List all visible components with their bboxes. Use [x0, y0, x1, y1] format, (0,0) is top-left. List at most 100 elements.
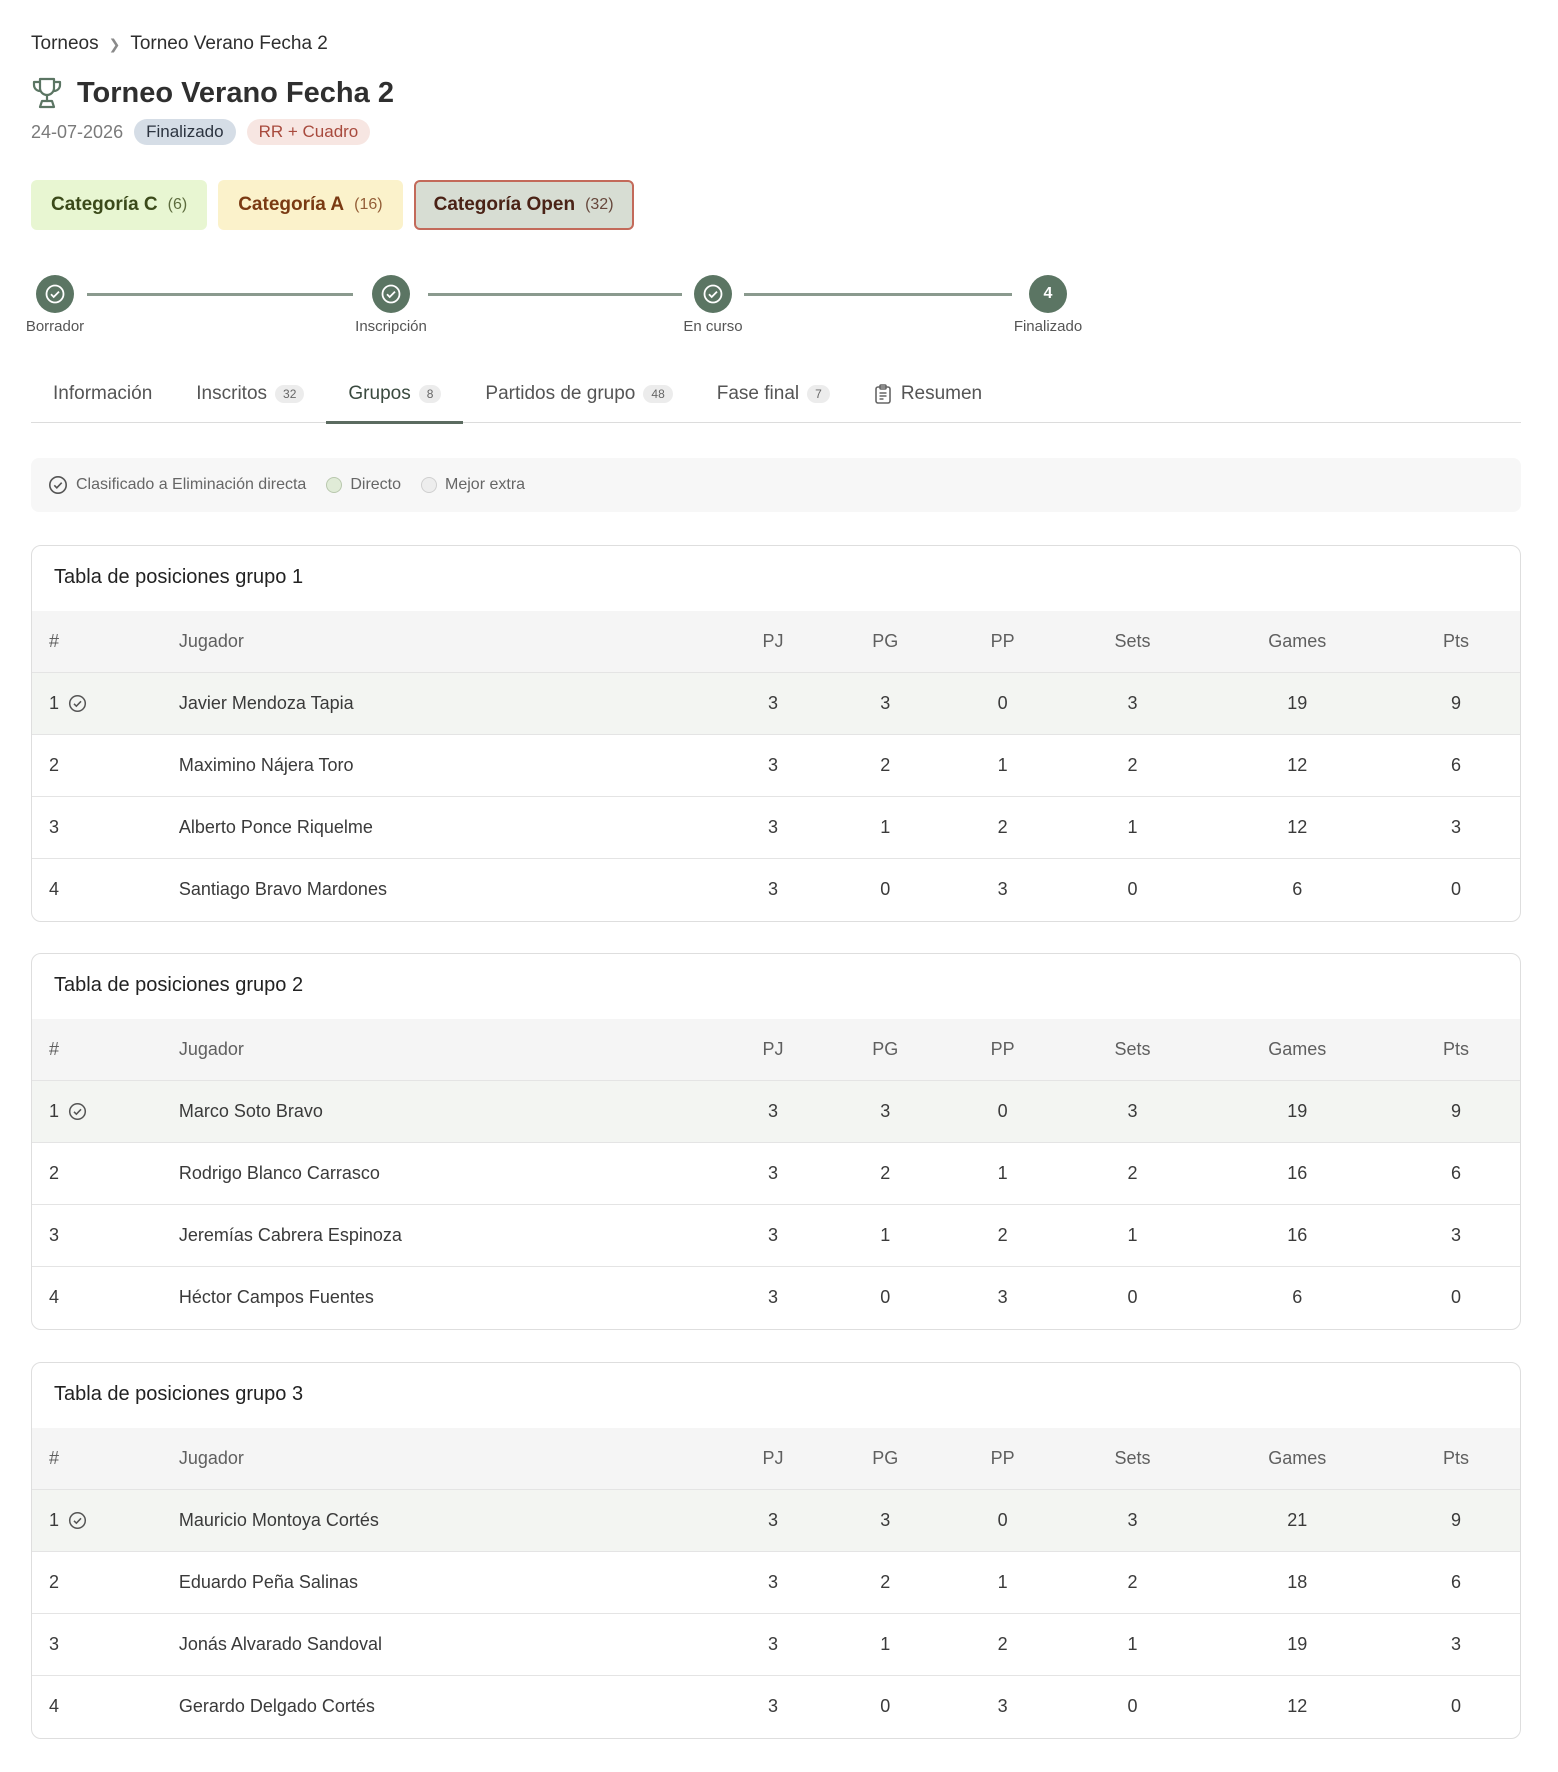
games-cell: 12	[1202, 733, 1393, 796]
tab-grupos[interactable]: Grupos 8	[326, 365, 464, 424]
position-value: 3	[49, 1633, 60, 1654]
col-pg-header: PG	[872, 1447, 899, 1468]
pts-cell: 9	[1392, 671, 1520, 734]
tab-resumen[interactable]: Resumen	[852, 365, 1004, 423]
position-value: 4	[49, 1695, 60, 1716]
group-standings-card: Tabla de posiciones grupo 1 # Jugador PJ PG P…	[31, 545, 1521, 922]
category-open-button[interactable]: Categoría Open (32)	[413, 180, 634, 230]
standings-table: # Jugador PJ PG PP Sets Games Pts 1 Mauricio Mont…	[32, 1428, 1520, 1737]
col-games-header: Games	[1268, 1038, 1327, 1059]
games-cell: 16	[1202, 1141, 1393, 1204]
pts-cell: 9	[1392, 1079, 1520, 1142]
category-c-button[interactable]: Categoría C (6)	[31, 180, 208, 230]
category-a-button[interactable]: Categoría A (16)	[218, 180, 403, 230]
position-cell: 3	[32, 795, 179, 858]
title-row: Torneo Verano Fecha 2	[31, 76, 394, 110]
trophy-icon	[32, 77, 62, 109]
col-pg-header: PG	[872, 630, 899, 651]
table-row[interactable]: 3 Jonás Alvarado Sandoval 3 1 2 1 19 3	[32, 1612, 1520, 1675]
sets-cell: 0	[1062, 1674, 1203, 1737]
tab-label: Grupos	[348, 383, 411, 404]
table-header-row: # Jugador PJ PG PP Sets Games Pts	[32, 1019, 1520, 1080]
position-cell: 1	[32, 671, 179, 734]
table-row[interactable]: 4 Santiago Bravo Mardones 3 0 3 0 6 0	[32, 857, 1520, 920]
status-stepper: Borrador Inscripción En curso 4 Finaliza…	[26, 275, 1231, 345]
table-row[interactable]: 2 Eduardo Peña Salinas 3 2 1 2 18 6	[32, 1550, 1520, 1613]
pts-cell: 0	[1392, 1674, 1520, 1737]
group-title: Tabla de posiciones grupo 2	[54, 974, 304, 996]
games-cell: 18	[1202, 1550, 1393, 1613]
games-cell: 12	[1202, 1674, 1393, 1737]
col-pp-header: PP	[990, 1038, 1015, 1059]
pp-cell: 2	[942, 795, 1063, 858]
col-pp-header: PP	[990, 1447, 1015, 1468]
step-finalizado-marker: 4	[1029, 275, 1067, 313]
pj-cell: 3	[718, 1141, 828, 1204]
position-cell: 2	[32, 1141, 179, 1204]
step-label: En curso	[683, 318, 743, 335]
pg-cell: 3	[827, 1488, 943, 1551]
col-pts-header: Pts	[1443, 630, 1470, 651]
pg-cell: 1	[827, 1612, 943, 1675]
category-count: (6)	[167, 196, 188, 213]
games-cell: 6	[1202, 857, 1393, 920]
table-row[interactable]: 2 Maximino Nájera Toro 3 2 1 2 12 6	[32, 733, 1520, 796]
tab-count: 48	[643, 385, 673, 403]
position-value: 3	[49, 1224, 60, 1245]
sets-cell: 1	[1062, 1203, 1203, 1266]
tab-partidos-de-grupo[interactable]: Partidos de grupo 48	[463, 365, 694, 423]
breadcrumb-torneos-link[interactable]: Torneos	[31, 33, 99, 55]
table-row[interactable]: 3 Jeremías Cabrera Espinoza 3 1 2 1 16 3	[32, 1203, 1520, 1266]
table-row[interactable]: 1 Mauricio Montoya Cortés 3 3 0 3 21 9	[32, 1488, 1520, 1551]
pp-cell: 2	[942, 1612, 1063, 1675]
player-name: Santiago Bravo Mardones	[178, 857, 719, 920]
step-borrador-marker	[36, 275, 74, 313]
tab-bar: Información Inscritos 32 Grupos 8 Partid…	[31, 365, 1521, 424]
pg-cell: 2	[827, 733, 943, 796]
pp-cell: 1	[942, 1550, 1063, 1613]
col-pj-header: PJ	[762, 1038, 784, 1059]
tab-informacion[interactable]: Información	[31, 365, 174, 423]
table-row[interactable]: 4 Héctor Campos Fuentes 3 0 3 0 6 0	[32, 1265, 1520, 1328]
sets-cell: 0	[1062, 1265, 1203, 1328]
check-circle-icon	[68, 1511, 87, 1529]
position-value: 4	[49, 1286, 60, 1307]
category-label: Categoría A	[238, 194, 345, 215]
position-value: 1	[49, 1100, 60, 1121]
pts-cell: 6	[1392, 1550, 1520, 1613]
table-row[interactable]: 1 Marco Soto Bravo 3 3 0 3 19 9	[32, 1079, 1520, 1142]
table-row[interactable]: 2 Rodrigo Blanco Carrasco 3 2 1 2 16 6	[32, 1141, 1520, 1204]
step-en-curso-marker	[694, 275, 732, 313]
group-standings-card: Tabla de posiciones grupo 2 # Jugador PJ PG P…	[31, 953, 1521, 1330]
games-cell: 19	[1202, 671, 1393, 734]
pj-cell: 3	[718, 1265, 828, 1328]
pj-cell: 3	[718, 1550, 828, 1613]
tournament-date: 24-07-2026	[31, 121, 124, 142]
player-name: Marco Soto Bravo	[178, 1079, 719, 1142]
col-pp-header: PP	[990, 630, 1015, 651]
col-pj-header: PJ	[762, 1447, 784, 1468]
table-row[interactable]: 1 Javier Mendoza Tapia 3 3 0 3 19 9	[32, 671, 1520, 734]
tab-fase-final[interactable]: Fase final 7	[695, 365, 852, 423]
table-header-row: # Jugador PJ PG PP Sets Games Pts	[32, 611, 1520, 672]
legend-best-extra: Mejor extra	[421, 476, 525, 494]
pts-cell: 3	[1392, 1612, 1520, 1675]
position-value: 4	[49, 878, 60, 899]
category-label: Categoría C	[51, 194, 158, 215]
stepper-connector	[428, 293, 682, 296]
table-row[interactable]: 3 Alberto Ponce Riquelme 3 1 2 1 12 3	[32, 795, 1520, 858]
col-pos-header: #	[49, 630, 60, 651]
tab-inscritos[interactable]: Inscritos 32	[174, 365, 326, 423]
col-games-header: Games	[1268, 630, 1327, 651]
table-row[interactable]: 4 Gerardo Delgado Cortés 3 0 3 0 12 0	[32, 1674, 1520, 1737]
position-cell: 1	[32, 1079, 179, 1142]
extra-dot-icon	[421, 477, 438, 493]
tab-label: Información	[53, 383, 153, 404]
pg-cell: 3	[827, 1079, 943, 1142]
tab-label: Resumen	[900, 383, 983, 404]
step-label: Finalizado	[1013, 318, 1083, 335]
player-name: Eduardo Peña Salinas	[178, 1550, 719, 1613]
breadcrumb: Torneos ❯ Torneo Verano Fecha 2	[31, 33, 328, 55]
col-pj-header: PJ	[762, 630, 784, 651]
page-title: Torneo Verano Fecha 2	[77, 76, 394, 109]
